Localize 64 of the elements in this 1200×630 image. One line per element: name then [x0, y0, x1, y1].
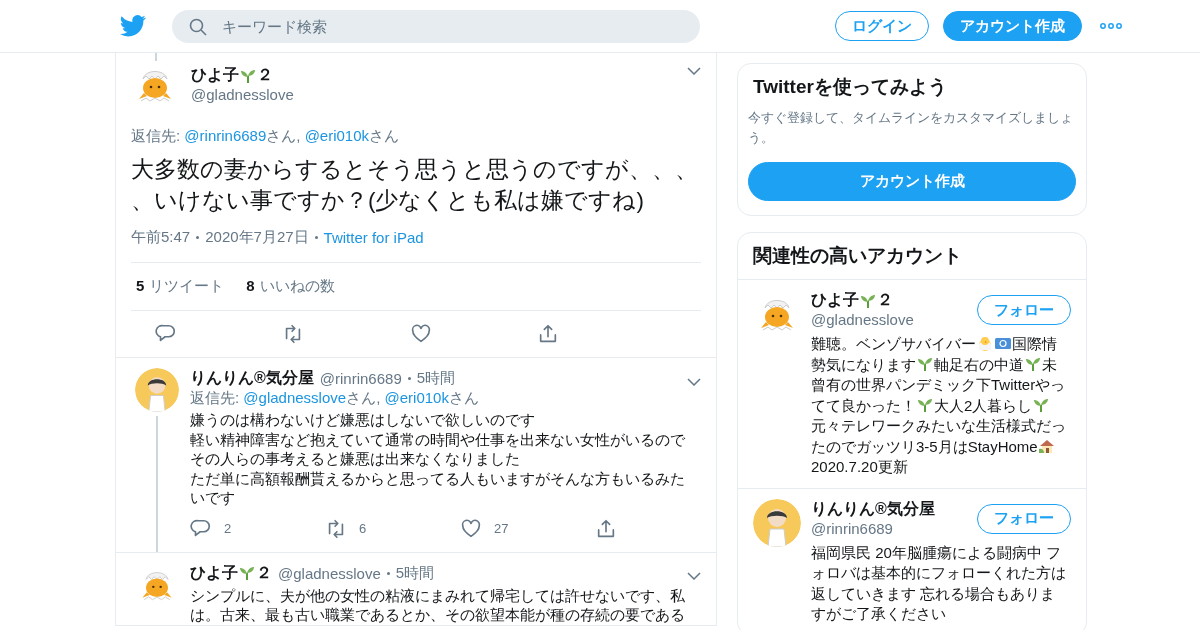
account-bio: 福岡県民 20年脳腫瘍による闘病中 フォロバは基本的にフォローくれた方は返していきます 忘れる場合もありますがご了承ください	[811, 542, 1067, 624]
user-handle: @gladnesslove	[191, 86, 295, 103]
search-icon	[189, 17, 207, 36]
stat-label[interactable]: いいねの数	[259, 277, 335, 296]
sprout-icon	[917, 355, 933, 372]
signup-button[interactable]: アカウント作成	[943, 11, 1082, 41]
sprout-icon	[860, 292, 876, 309]
account-bio: 難聴。ベンゾサバイバー 国際情勢気になります 軸足右の中道 未曾有の世界パンデミック下Twitterやってて良かった！ 大人2人暮らし 元々テレワークみたいな生活様式だったのでガッツリ3-5月はStayHome 2020.7.20更新	[811, 334, 1067, 477]
login-button[interactable]: ログイン	[835, 11, 929, 41]
display-name: りんりん®気分屋	[190, 368, 314, 388]
card-description: 今すぐ登録して、タイムラインをカスタマイズしましょう。	[748, 109, 1074, 147]
sprout-icon	[917, 396, 933, 413]
more-icon	[1100, 23, 1122, 29]
tweet-age[interactable]: 5時間	[416, 369, 456, 388]
chevron-down-icon	[687, 377, 701, 386]
follow-button[interactable]: フォロー	[977, 503, 1071, 534]
action-count: 27	[494, 521, 509, 536]
chick-icon	[977, 335, 993, 351]
card-title: 関連性の高いアカウント	[753, 244, 963, 268]
display-name: りんりん®気分屋	[811, 498, 935, 519]
tweet-age[interactable]: 5時間	[395, 563, 435, 583]
signup-button[interactable]: アカウント作成	[748, 162, 1076, 201]
sprout-icon	[1025, 355, 1041, 372]
mention-link[interactable]: @gladnesslove	[243, 389, 347, 406]
heart-icon[interactable]	[409, 323, 432, 345]
mention-link[interactable]: @eri010k	[304, 127, 370, 144]
display-name: ひよ子 ２	[190, 562, 272, 583]
stat-count: 5	[136, 277, 145, 296]
tweet-text: 大多数の妻からするとそう思うと思うのですが、、、、いけない事ですか？(少なくとも私は嫌ですね)	[131, 156, 699, 215]
stat-label[interactable]: リツイート	[149, 277, 225, 296]
text-line: ただ単に高額報酬貰えるからと思ってる人もいますがそんな方もいるみたいです	[190, 468, 686, 508]
text-line: 軽い精神障害など抱えていて通常の時間や仕事を出来ない女性がいるので	[190, 429, 686, 449]
chevron-down-icon	[687, 67, 701, 75]
user-handle: @gladnesslove	[811, 311, 914, 328]
sprout-icon	[1033, 396, 1050, 413]
mention-link[interactable]: @rinrin6689	[184, 127, 267, 144]
source-link[interactable]: Twitter for iPad	[323, 229, 424, 246]
search-field[interactable]: キーワード検索	[172, 9, 700, 43]
stat-count: 8	[246, 277, 255, 296]
action-count: 2	[224, 521, 232, 536]
user-handle: @rinrin6689	[811, 519, 894, 537]
chevron-down-icon	[687, 572, 701, 580]
house-icon	[1038, 437, 1055, 454]
tweet-time: 午前5:47	[131, 228, 191, 247]
sprout-icon	[240, 67, 256, 84]
bird-logo	[120, 15, 146, 37]
sprout-icon	[239, 565, 255, 581]
share-icon[interactable]	[595, 517, 617, 540]
user-handle: @rinrin6689	[319, 370, 402, 387]
reply-context: 返信先: @gladnessloveさん, @eri010kさん	[190, 389, 480, 408]
flag-icon	[995, 335, 1011, 351]
tweet-date: 2020年7月27日	[205, 228, 309, 247]
card-title: Twitterを使ってみよう	[753, 75, 948, 99]
follow-button[interactable]: フォロー	[977, 295, 1071, 325]
mention-link[interactable]: @eri010k	[384, 389, 449, 406]
heart-icon[interactable]	[460, 517, 482, 540]
text-line: シンプルに、夫が他の女性の粘液にまみれて帰宅しては許せないです、私は。古来、最も古い職業であるとか、その欲望本能が種の存続の要である	[190, 585, 686, 625]
reply-context: 返信先: @rinrin6689さん, @eri010kさん	[131, 127, 401, 146]
action-count: 6	[359, 521, 367, 536]
display-name: ひよ子 ２	[191, 65, 274, 86]
display-name: ひよ子 ２	[811, 290, 894, 311]
text-line: 嫌うのは構わないけど嫌悪はしないで欲しいのです	[190, 410, 536, 430]
text-line: その人らの事考えると嫌悪は出来なくなりました	[190, 449, 521, 469]
user-handle: @gladnesslove	[278, 564, 381, 582]
